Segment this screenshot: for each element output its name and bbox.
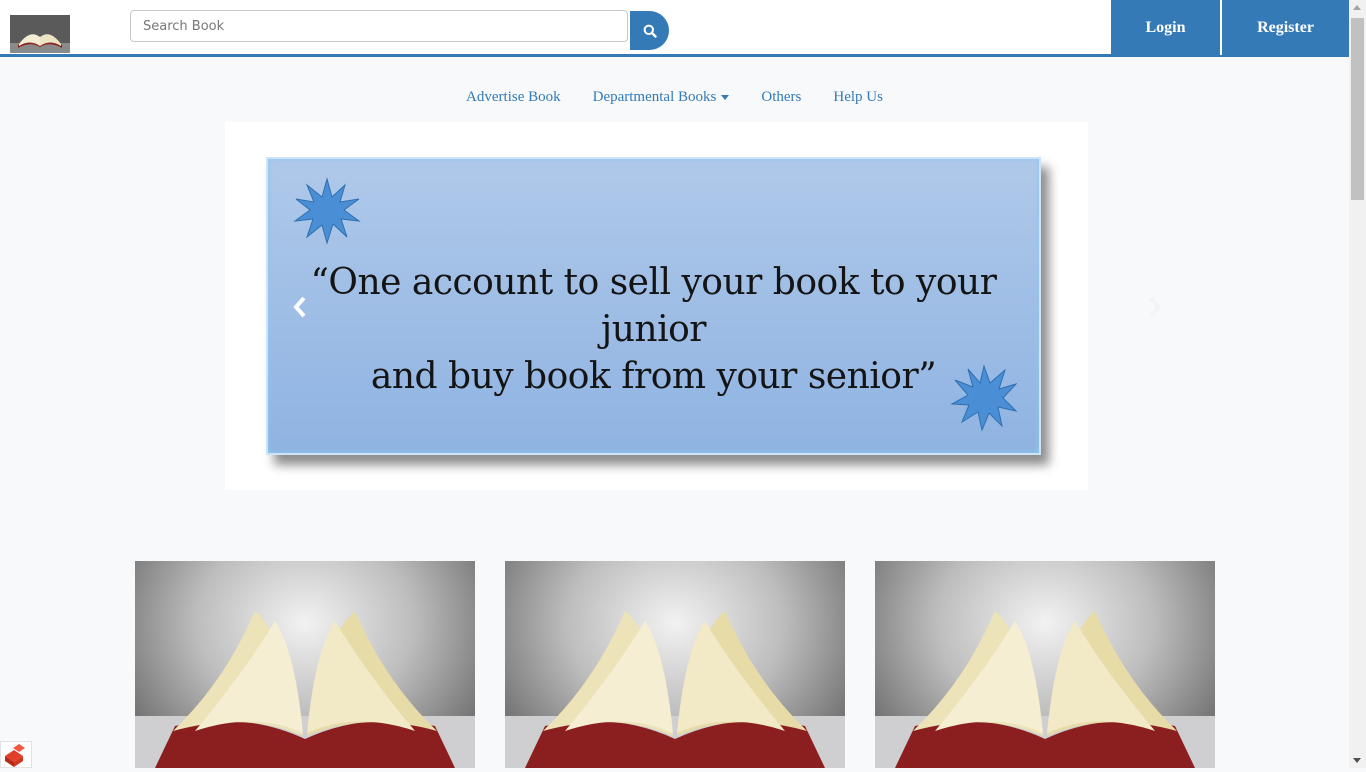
quote-line-2: and buy book from your senior” (370, 356, 937, 397)
corner-widget-badge[interactable] (0, 741, 32, 768)
scroll-up-arrow-icon[interactable] (1353, 5, 1361, 10)
nav-advertise-book[interactable]: Advertise Book (450, 86, 577, 108)
main-nav: Advertise Book Departmental Books Others… (0, 86, 1349, 108)
nav-departmental-books-label: Departmental Books (592, 89, 717, 105)
nav-others[interactable]: Others (745, 86, 817, 108)
starburst-icon (293, 177, 361, 245)
open-book-logo-icon (10, 15, 70, 53)
carousel-quote: “One account to sell your book to your j… (268, 259, 1039, 400)
cube-logo-icon (5, 744, 25, 767)
login-button[interactable]: Login (1111, 0, 1220, 55)
hero-carousel: “One account to sell your book to your j… (225, 122, 1162, 490)
chevron-left-icon (293, 296, 306, 318)
book-card-image[interactable] (505, 561, 845, 768)
site-logo[interactable] (10, 15, 70, 53)
caret-down-icon (721, 94, 730, 100)
chevron-right-icon (1149, 296, 1162, 318)
scroll-down-arrow-icon[interactable] (1353, 758, 1361, 763)
quote-line-1: “One account to sell your book to your j… (310, 262, 997, 350)
carousel-next-button[interactable] (1140, 282, 1170, 332)
top-header: Login Register (0, 0, 1349, 57)
carousel-slide: “One account to sell your book to your j… (266, 157, 1041, 455)
carousel-prev-button[interactable] (285, 282, 315, 332)
open-book-image (155, 611, 455, 768)
book-card-image[interactable] (875, 561, 1215, 768)
nav-help-us[interactable]: Help Us (817, 86, 899, 108)
open-book-image (895, 611, 1195, 768)
search-icon (643, 24, 657, 38)
page-scrollbar[interactable] (1349, 0, 1366, 768)
register-button[interactable]: Register (1222, 0, 1349, 55)
scrollbar-thumb[interactable] (1351, 18, 1364, 200)
search-input[interactable] (130, 10, 628, 42)
nav-departmental-books[interactable]: Departmental Books (577, 86, 746, 108)
open-book-image (525, 611, 825, 768)
book-card-image[interactable] (135, 561, 475, 768)
search-button[interactable] (630, 11, 669, 50)
starburst-icon (950, 364, 1018, 432)
